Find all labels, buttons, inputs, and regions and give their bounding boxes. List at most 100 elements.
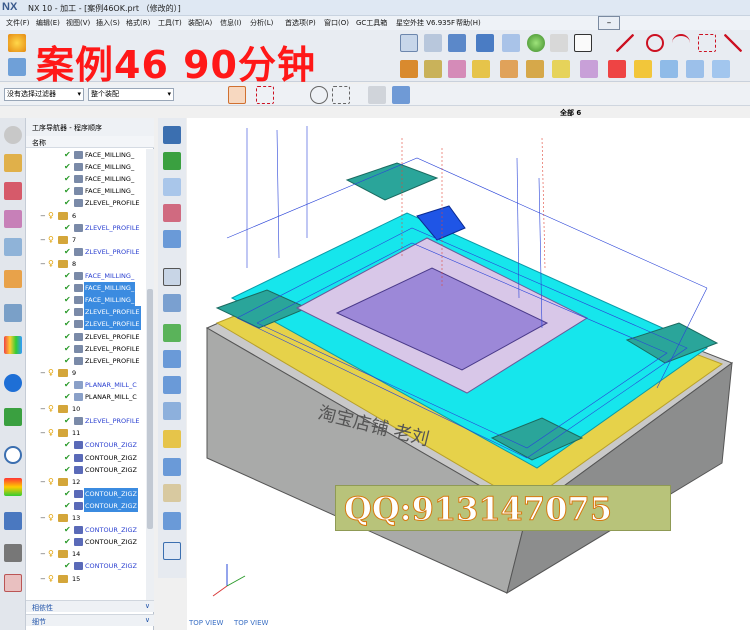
menu-edit[interactable]: 编辑(E) xyxy=(36,18,60,28)
copy-icon[interactable] xyxy=(163,376,181,394)
create-geometry-icon[interactable] xyxy=(448,60,466,78)
list-icon[interactable] xyxy=(163,484,181,502)
box-select-icon[interactable] xyxy=(332,86,350,104)
minimize-icon[interactable]: – xyxy=(598,16,620,30)
deselect-icon[interactable] xyxy=(368,86,386,104)
selection-scope-select[interactable]: 整个装配 ▾ xyxy=(88,88,174,101)
collapse-toggle-icon[interactable]: − xyxy=(40,427,46,439)
start-icon[interactable] xyxy=(8,34,26,52)
program-group-row[interactable]: − ♀ 10 xyxy=(26,403,146,415)
create-method-icon[interactable] xyxy=(472,60,490,78)
snap-point-icon[interactable] xyxy=(228,86,246,104)
scrollbar-thumb[interactable] xyxy=(147,289,153,529)
generate-toolpath-icon[interactable] xyxy=(163,152,181,170)
operation-row[interactable]: ✔ ZLEVEL_PROFILE xyxy=(26,355,146,367)
menu-info[interactable]: 信息(I) xyxy=(220,18,242,28)
operation-navigator-icon[interactable] xyxy=(8,58,26,76)
operation-row[interactable]: ✔ ZLEVEL_PROFILE xyxy=(26,318,146,331)
operation-row[interactable]: ✔ CONTOUR_ZIGZ xyxy=(26,560,146,572)
collapse-toggle-icon[interactable]: − xyxy=(40,210,46,222)
line-icon[interactable] xyxy=(616,34,634,52)
program-order-icon[interactable] xyxy=(4,154,22,172)
gear-icon[interactable] xyxy=(163,268,181,286)
shaded-edges-icon[interactable] xyxy=(476,34,494,52)
menu-insert[interactable]: 插入(S) xyxy=(96,18,120,28)
details-panel[interactable]: 细节 ∨ xyxy=(26,614,154,626)
geometry-view-icon[interactable] xyxy=(4,210,22,228)
program-group-row[interactable]: − ♀ 14 xyxy=(26,548,146,560)
cut-icon[interactable] xyxy=(163,350,181,368)
generate-icon[interactable] xyxy=(526,60,544,78)
collapse-toggle-icon[interactable]: − xyxy=(40,403,46,415)
operation-row[interactable]: ✔ CONTOUR_ZIGZ xyxy=(26,499,146,512)
replay-icon[interactable] xyxy=(163,178,181,196)
collapse-toggle-icon[interactable]: − xyxy=(40,476,46,488)
program-group-row[interactable]: − ♀ 8 xyxy=(26,258,146,270)
machine-tool-icon[interactable] xyxy=(4,182,22,200)
history-icon[interactable] xyxy=(4,408,22,426)
operation-row[interactable]: ✔ FACE_MILLING_ xyxy=(26,149,146,161)
program-group-row[interactable]: − ♀ 12 xyxy=(26,476,146,488)
method-view-icon[interactable] xyxy=(4,238,22,256)
point-icon[interactable] xyxy=(698,34,716,52)
operation-row[interactable]: ✔ PLANAR_MILL_C xyxy=(26,391,146,403)
collapse-toggle-icon[interactable]: − xyxy=(40,234,46,246)
transform-icon[interactable] xyxy=(163,458,181,476)
check-icon[interactable] xyxy=(163,324,181,342)
reuse-library-icon[interactable] xyxy=(4,336,22,354)
operation-row[interactable]: ✔ CONTOUR_ZIGZ xyxy=(26,439,146,451)
program-group-row[interactable]: − ♀ 7 xyxy=(26,234,146,246)
feeds-icon[interactable] xyxy=(163,430,181,448)
collapse-icon[interactable] xyxy=(163,294,181,312)
paste-icon[interactable] xyxy=(163,402,181,420)
operation-row[interactable]: ✔ CONTOUR_ZIGZ xyxy=(26,464,146,476)
background-icon[interactable] xyxy=(550,34,568,52)
menu-window[interactable]: 窗口(O) xyxy=(324,18,349,28)
menu-preferences[interactable]: 首选项(P) xyxy=(285,18,316,28)
program-group-row[interactable]: − ♀ 15 xyxy=(26,573,146,585)
menu-view[interactable]: 视图(V) xyxy=(66,18,90,28)
shop-doc-icon[interactable] xyxy=(608,60,626,78)
collapse-toggle-icon[interactable]: − xyxy=(40,258,46,270)
collapse-toggle-icon[interactable]: − xyxy=(40,573,46,585)
edit-object-icon[interactable] xyxy=(163,230,181,248)
navigator-scrollbar[interactable] xyxy=(146,149,154,604)
operation-row[interactable]: ✔ FACE_MILLING_ xyxy=(26,294,146,307)
circle-icon[interactable] xyxy=(646,34,664,52)
menu-plugin[interactable]: 星空外挂 V6.935F xyxy=(396,18,455,28)
operation-row[interactable]: ✔ ZLEVEL_PROFILE xyxy=(26,343,146,355)
operation-row[interactable]: ✔ CONTOUR_ZIGZ xyxy=(26,452,146,464)
fit-view-icon[interactable] xyxy=(424,34,442,52)
menu-format[interactable]: 格式(R) xyxy=(126,18,150,28)
arc-icon[interactable] xyxy=(672,34,690,52)
zoom-icon[interactable] xyxy=(400,34,418,52)
collapse-toggle-icon[interactable]: − xyxy=(40,548,46,560)
menu-tools[interactable]: 工具(T) xyxy=(158,18,182,28)
collapse-toggle-icon[interactable]: − xyxy=(40,367,46,379)
menu-gc-toolkit[interactable]: GC工具箱 xyxy=(356,18,387,28)
spline-icon[interactable] xyxy=(724,34,742,52)
operation-row[interactable]: ✔ FACE_MILLING_ xyxy=(26,185,146,197)
program-group-row[interactable]: − ♀ 11 xyxy=(26,427,146,439)
book-icon[interactable] xyxy=(686,60,704,78)
simulate-icon[interactable] xyxy=(660,60,678,78)
view-layout-icon[interactable] xyxy=(574,34,592,52)
operation-row[interactable]: ✔ ZLEVEL_PROFILE xyxy=(26,331,146,343)
roles-icon[interactable] xyxy=(4,512,22,530)
collapse-toggle-icon[interactable]: − xyxy=(40,512,46,524)
name-icon[interactable] xyxy=(163,542,181,560)
sphere-icon[interactable] xyxy=(527,34,545,52)
operation-row[interactable]: ✔ ZLEVEL_PROFILE xyxy=(26,222,146,234)
endpoint-icon[interactable] xyxy=(256,86,274,104)
library-icon[interactable] xyxy=(712,60,730,78)
operation-row[interactable]: ✔ FACE_MILLING_ xyxy=(26,282,146,295)
assembly-navigator-icon[interactable] xyxy=(4,270,22,288)
program-group-row[interactable]: − ♀ 9 xyxy=(26,367,146,379)
shaded-cube-icon[interactable] xyxy=(448,34,466,52)
menu-analysis[interactable]: 分析(L) xyxy=(250,18,273,28)
operation-row[interactable]: ✔ CONTOUR_ZIGZ xyxy=(26,536,146,548)
output-cls-icon[interactable] xyxy=(634,60,652,78)
create-tool-icon[interactable] xyxy=(424,60,442,78)
settings-gear-icon[interactable] xyxy=(4,126,22,144)
column-header-name[interactable]: 名称 xyxy=(26,136,154,148)
